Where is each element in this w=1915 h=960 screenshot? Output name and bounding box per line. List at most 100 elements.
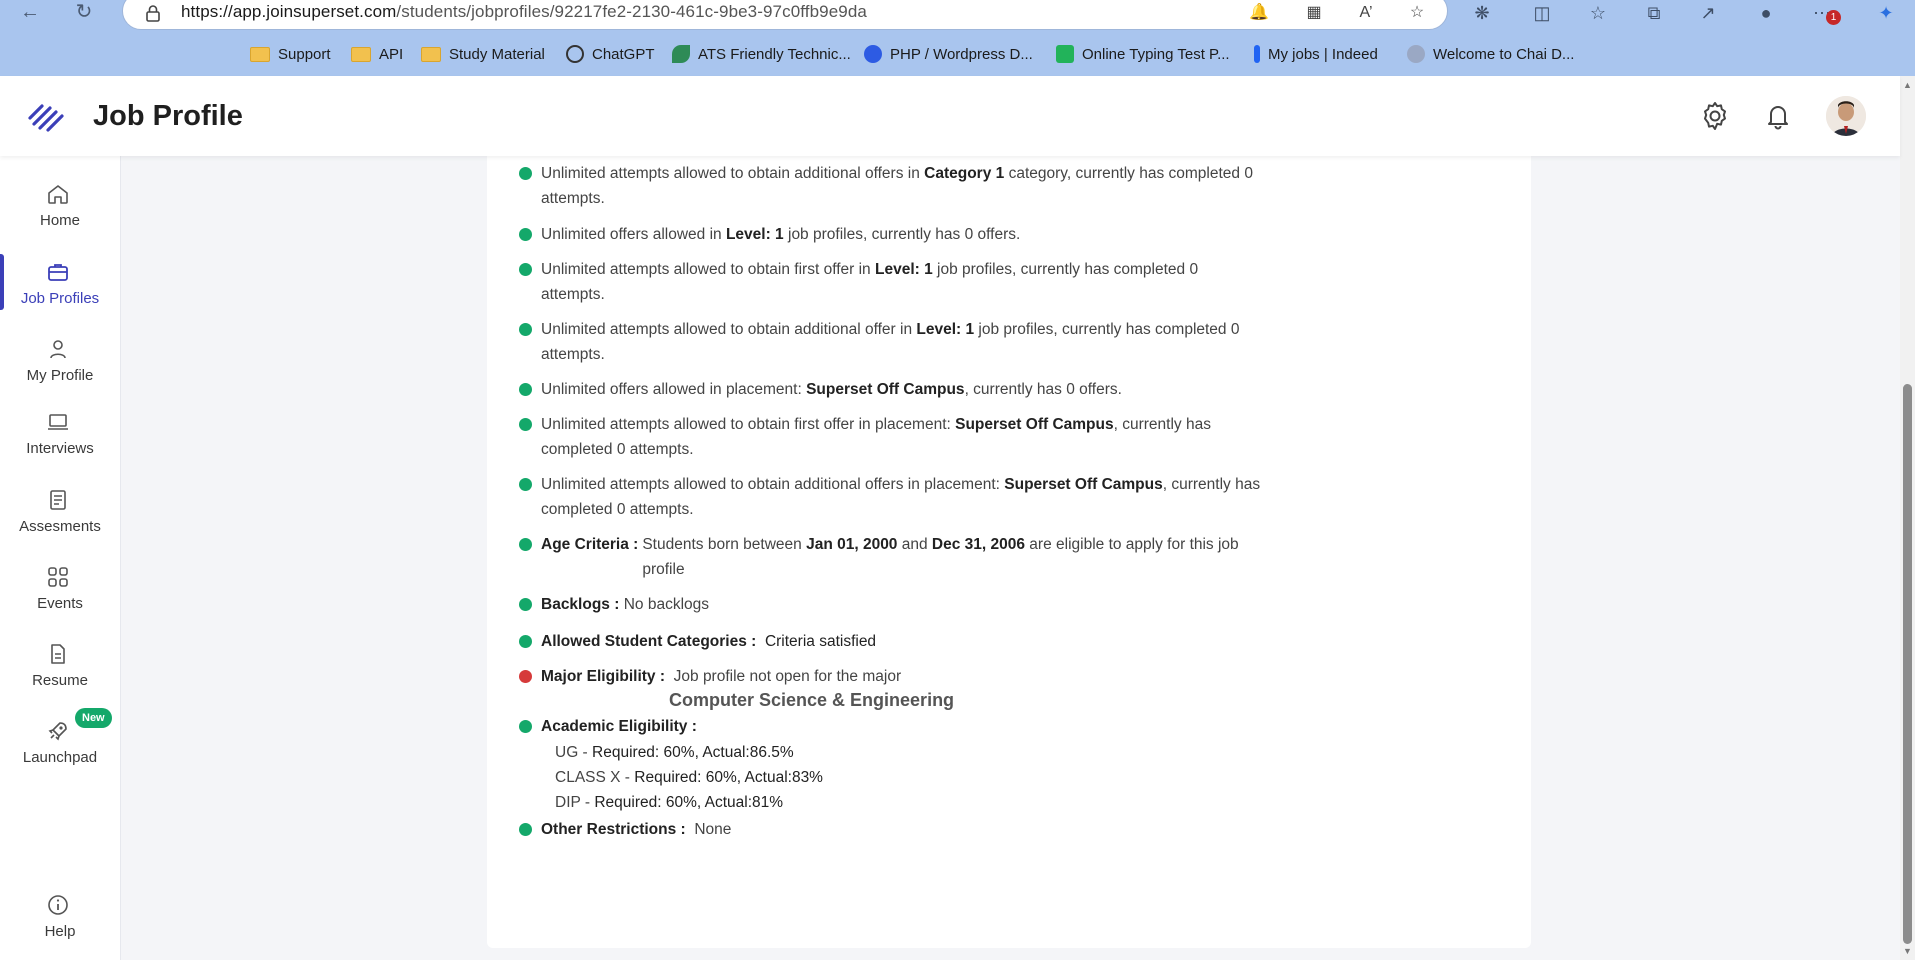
bookmark-label: ChatGPT <box>592 45 655 63</box>
address-bar[interactable]: https://app.joinsuperset.com/students/jo… <box>122 0 1448 30</box>
bookmark-php[interactable]: PHP / Wordpress D... <box>864 40 1033 68</box>
sidebar-item-assessments[interactable]: Assesments <box>0 482 120 544</box>
indeed-icon <box>1254 45 1260 63</box>
read-aloud-icon[interactable]: A’ <box>1356 3 1376 23</box>
bookmark-label: Welcome to Chai D... <box>1433 45 1575 63</box>
scrollbar[interactable]: ▲ ▼ <box>1900 76 1915 960</box>
folder-icon <box>250 46 270 62</box>
page-title: Job Profile <box>93 100 243 132</box>
folder-icon <box>351 46 371 62</box>
academic-line-ug: UG - Required: 60%, Actual:86.5% <box>555 744 794 761</box>
check-circle-icon <box>519 478 532 491</box>
scroll-thumb[interactable] <box>1903 384 1912 944</box>
bookmark-api[interactable]: API <box>351 40 403 68</box>
sidebar-item-home[interactable]: Home <box>0 176 120 238</box>
browser-toolbar: ← ↻ https://app.joinsuperset.com/student… <box>0 0 1915 104</box>
academic-line-class-x: CLASS X - Required: 60%, Actual:83% <box>555 769 823 786</box>
rocket-icon <box>48 722 67 741</box>
share-icon[interactable]: ↗ <box>1694 0 1722 26</box>
grid-icon <box>48 567 68 587</box>
check-circle-icon <box>519 383 532 396</box>
clipboard-icon <box>50 490 66 510</box>
sidebar-item-label: My Profile <box>26 367 94 384</box>
check-circle-icon <box>519 635 532 648</box>
notification-count-badge: 1 <box>1826 10 1841 25</box>
lock-icon[interactable] <box>145 4 161 22</box>
sidebar-item-help[interactable]: Help <box>0 887 120 949</box>
home-icon <box>48 185 68 204</box>
favorites-icon[interactable]: ☆ <box>1584 0 1612 26</box>
split-screen-icon[interactable]: ◫ <box>1528 0 1556 26</box>
bookmark-support[interactable]: Support <box>250 40 331 68</box>
info-icon <box>48 895 68 915</box>
bookmark-indeed[interactable]: My jobs | Indeed <box>1254 40 1378 68</box>
check-circle-icon <box>519 167 532 180</box>
refresh-icon[interactable]: ↻ <box>68 0 100 26</box>
check-circle-icon <box>519 263 532 276</box>
academic-line-dip: DIP - Required: 60%, Actual:81% <box>555 794 784 811</box>
check-circle-icon <box>519 598 532 611</box>
laptop-icon <box>48 414 68 430</box>
sidebar-item-interviews[interactable]: Interviews <box>0 404 120 466</box>
url-text[interactable]: https://app.joinsuperset.com/students/jo… <box>181 2 867 22</box>
sidebar-item-label: Launchpad <box>22 749 98 766</box>
bookmark-label: API <box>379 45 404 63</box>
check-circle-icon <box>519 720 532 733</box>
apps-icon[interactable]: ▦ <box>1304 3 1324 23</box>
bookmark-label: My jobs | Indeed <box>1268 45 1378 63</box>
bookmark-label: Study Material <box>449 45 545 63</box>
extensions-icon[interactable]: ❋ <box>1468 0 1496 26</box>
sidebar-item-label: Resume <box>32 672 88 689</box>
document-icon <box>51 644 65 664</box>
new-badge: New <box>75 708 112 728</box>
typing-icon <box>1056 45 1074 63</box>
sidebar-item-label: Home <box>39 212 80 229</box>
avatar[interactable] <box>1826 96 1866 136</box>
sidebar: Home Job Profiles My Profile Interviews … <box>0 156 121 960</box>
user-icon <box>50 340 66 359</box>
sidebar-item-label: Assesments <box>19 518 101 535</box>
app-header: Job Profile <box>0 76 1900 156</box>
superset-logo-icon[interactable] <box>26 98 66 134</box>
bookmark-label: Support <box>278 45 331 63</box>
bell-icon[interactable] <box>1762 100 1794 132</box>
folder-icon <box>421 46 441 62</box>
sidebar-item-label: Interviews <box>26 440 94 457</box>
sun-icon <box>1407 45 1425 63</box>
bookmark-label: PHP / Wordpress D... <box>890 45 1033 63</box>
bookmark-chai[interactable]: Welcome to Chai D... <box>1407 40 1574 68</box>
sidebar-item-resume[interactable]: Resume <box>0 636 120 698</box>
eligibility-card: Unlimited attempts allowed to obtain add… <box>487 140 1531 948</box>
gear-icon[interactable] <box>1699 100 1731 132</box>
bookmark-label: Online Typing Test P... <box>1082 45 1230 63</box>
bookmark-typing[interactable]: Online Typing Test P... <box>1056 40 1230 68</box>
sidebar-item-label: Job Profiles <box>20 290 100 307</box>
sidebar-item-label: Events <box>37 595 83 612</box>
scroll-down-icon[interactable]: ▼ <box>1902 946 1913 956</box>
bookmark-chatgpt[interactable]: ChatGPT <box>566 40 655 68</box>
bookmark-ats[interactable]: ATS Friendly Technic... <box>672 40 851 68</box>
bookmarks-bar: Support API Study Material ChatGPT ATS F… <box>0 40 1915 104</box>
cross-circle-icon <box>519 670 532 683</box>
check-circle-icon <box>519 228 532 241</box>
scroll-up-icon[interactable]: ▲ <box>1902 80 1913 90</box>
bookmark-label: ATS Friendly Technic... <box>698 45 851 63</box>
collections-icon[interactable]: ⧉ <box>1640 0 1668 26</box>
star-icon[interactable]: ☆ <box>1407 3 1427 23</box>
sidebar-item-label: Help <box>44 923 76 940</box>
bell-outline-icon[interactable]: 🔔 <box>1249 3 1269 23</box>
copilot-icon[interactable]: ✦ <box>1872 0 1900 26</box>
check-circle-icon <box>519 538 532 551</box>
check-circle-icon <box>519 823 532 836</box>
k-icon <box>864 45 882 63</box>
major-name: Computer Science & Engineering <box>669 690 955 710</box>
bookmark-study-material[interactable]: Study Material <box>421 40 545 68</box>
chatgpt-icon <box>566 45 584 63</box>
profile-icon[interactable]: ● <box>1752 0 1780 26</box>
sidebar-item-my-profile[interactable]: My Profile <box>0 331 120 393</box>
user-avatar-icon <box>1826 96 1866 136</box>
sidebar-item-events[interactable]: Events <box>0 559 120 621</box>
sidebar-item-job-profiles[interactable]: Job Profiles <box>0 254 120 316</box>
briefcase-icon <box>48 264 68 281</box>
back-icon[interactable]: ← <box>14 0 46 26</box>
